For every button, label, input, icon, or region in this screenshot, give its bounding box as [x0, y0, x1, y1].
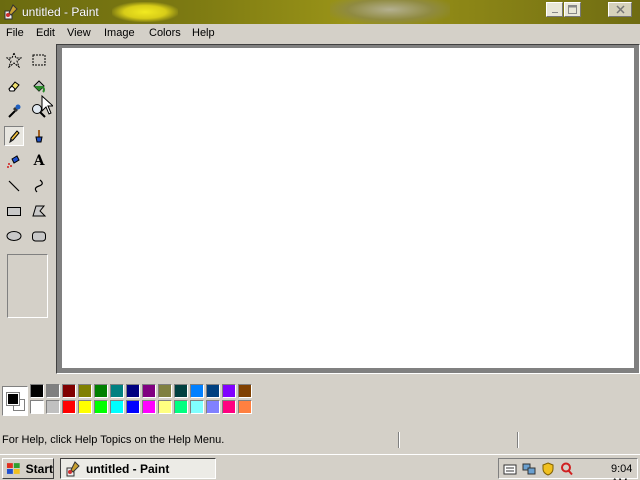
palette-swatch[interactable] — [206, 400, 220, 414]
ellipse-icon — [6, 231, 22, 241]
paint-bucket-icon — [33, 80, 45, 93]
rounded-rect-icon — [32, 231, 46, 242]
rect-select-icon — [32, 54, 46, 66]
tool-fill-with-color[interactable] — [29, 76, 49, 96]
palette-swatch[interactable] — [30, 400, 44, 414]
menu-colors[interactable]: Colors — [148, 26, 182, 41]
tool-line[interactable] — [4, 176, 24, 196]
tool-text[interactable]: A — [29, 151, 49, 171]
windows-logo-icon — [6, 462, 20, 474]
pencil-icon — [9, 130, 20, 144]
palette-swatch[interactable] — [158, 400, 172, 414]
rectangle-icon — [7, 207, 21, 216]
minimize-button[interactable] — [546, 2, 563, 17]
palette-swatch[interactable] — [126, 400, 140, 414]
tool-airbrush[interactable] — [4, 151, 24, 171]
tool-rectangle[interactable] — [4, 201, 24, 221]
start-label: Start — [25, 461, 53, 476]
status-divider — [398, 432, 400, 448]
close-button[interactable] — [608, 2, 632, 17]
taskbar: Start untitled - Paint 9:04 AM — [0, 454, 640, 480]
tool-brush[interactable] — [29, 126, 49, 146]
start-button[interactable]: Start — [2, 458, 54, 479]
palette-swatch[interactable] — [158, 384, 172, 398]
palette-swatch[interactable] — [46, 400, 60, 414]
palette-swatch[interactable] — [62, 400, 76, 414]
curve-icon — [34, 179, 43, 193]
maximize-button[interactable] — [564, 2, 581, 17]
palette-swatch[interactable] — [174, 384, 188, 398]
close-icon — [615, 5, 625, 14]
menu-bar: File Edit View Image Colors Help — [0, 24, 640, 42]
tool-eraser[interactable] — [4, 76, 24, 96]
mouse-cursor-icon — [41, 95, 53, 115]
palette-swatch[interactable] — [126, 384, 140, 398]
search-icon[interactable] — [560, 462, 574, 476]
shield-icon[interactable] — [541, 462, 555, 476]
palette-swatch[interactable] — [238, 400, 252, 414]
eyedropper-icon — [8, 104, 21, 118]
tool-polygon[interactable] — [29, 201, 49, 221]
status-divider — [517, 432, 519, 448]
star-select-icon — [6, 52, 22, 68]
palette-swatch[interactable] — [46, 384, 60, 398]
tool-select[interactable] — [29, 50, 49, 70]
palette-swatch[interactable] — [142, 400, 156, 414]
palette-swatch[interactable] — [78, 384, 92, 398]
palette-swatch[interactable] — [94, 400, 108, 414]
tool-pencil[interactable] — [4, 126, 24, 146]
minimize-icon — [551, 11, 558, 13]
brush-icon — [35, 130, 43, 143]
text-a-icon: A — [33, 153, 45, 169]
menu-help[interactable]: Help — [191, 26, 216, 41]
title-bar[interactable]: untitled - Paint — [0, 0, 640, 24]
tool-options-box[interactable] — [7, 254, 48, 318]
system-tray: 9:04 AM — [498, 458, 638, 480]
menu-file[interactable]: File — [5, 26, 25, 41]
paint-app-icon — [4, 4, 18, 20]
color-palette — [0, 382, 640, 418]
palette-swatch[interactable] — [190, 400, 204, 414]
polygon-icon — [32, 205, 47, 217]
palette-swatch[interactable] — [190, 384, 204, 398]
palette-swatch[interactable] — [206, 384, 220, 398]
status-help-text: For Help, click Help Topics on the Help … — [2, 434, 225, 446]
menu-image[interactable]: Image — [103, 26, 136, 41]
palette-swatch[interactable] — [238, 384, 252, 398]
line-icon — [8, 180, 20, 192]
tool-pick-color[interactable] — [4, 101, 24, 121]
menu-edit[interactable]: Edit — [35, 26, 56, 41]
palette-swatch[interactable] — [78, 400, 92, 414]
taskbar-paint-label: untitled - Paint — [86, 461, 170, 476]
palette-swatch[interactable] — [94, 384, 108, 398]
palette-swatch[interactable] — [222, 384, 236, 398]
current-colors[interactable] — [2, 386, 28, 416]
palette-swatch[interactable] — [142, 384, 156, 398]
palette-swatch[interactable] — [110, 384, 124, 398]
palette-swatch[interactable] — [30, 384, 44, 398]
eraser-icon — [8, 81, 20, 92]
airbrush-icon — [7, 155, 20, 168]
status-bar: For Help, click Help Topics on the Help … — [0, 430, 640, 450]
menu-view[interactable]: View — [66, 26, 92, 41]
foreground-color[interactable] — [6, 392, 20, 406]
taskbar-paint-button[interactable]: untitled - Paint — [60, 458, 216, 479]
palette-swatch[interactable] — [174, 400, 188, 414]
maximize-icon — [568, 5, 577, 14]
palette-swatch[interactable] — [62, 384, 76, 398]
tool-free-form-select[interactable] — [4, 50, 24, 70]
network-icon[interactable] — [522, 462, 536, 476]
tool-ellipse[interactable] — [4, 226, 24, 246]
palette-swatch[interactable] — [222, 400, 236, 414]
paint-app-icon — [66, 460, 80, 476]
tool-curve[interactable] — [29, 176, 49, 196]
tool-rounded-rectangle[interactable] — [29, 226, 49, 246]
keyboard-icon[interactable] — [503, 462, 517, 476]
palette-swatch[interactable] — [110, 400, 124, 414]
drawing-canvas[interactable] — [62, 48, 634, 368]
window-title: untitled - Paint — [22, 5, 99, 19]
clock: 9:04 AM — [611, 463, 633, 480]
